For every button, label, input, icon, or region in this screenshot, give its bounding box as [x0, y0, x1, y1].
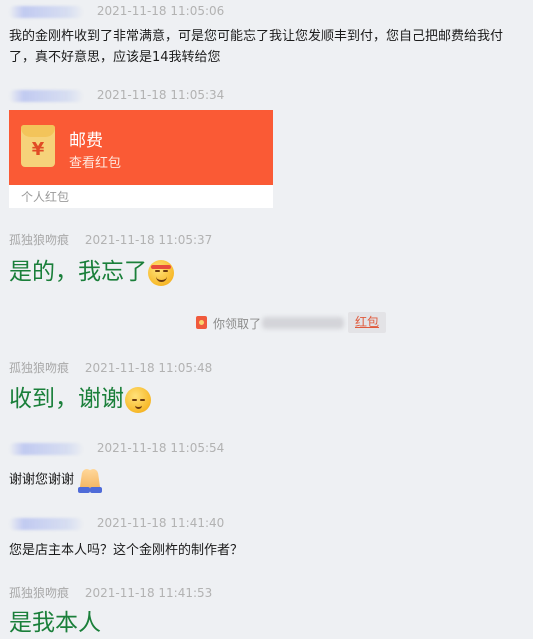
- sender-name-blurred: [9, 89, 83, 102]
- sender-name-blurred: [9, 442, 83, 455]
- chat-history: 2021-11-18 11:05:06 我的金刚杵收到了非常满意，可是您可能忘了…: [0, 0, 533, 639]
- eye: [140, 398, 145, 401]
- relieved-face-emoji-icon: [125, 386, 151, 413]
- message-header: 孤独狼吻痕 2021-11-18 11:41:53: [9, 584, 212, 600]
- message-text-content: 是的，我忘了: [9, 259, 147, 285]
- headband: [151, 264, 171, 269]
- message-text[interactable]: 您是店主本人吗？这个金刚杵的制作者？: [9, 540, 521, 561]
- eye: [155, 269, 160, 272]
- notice-text: 你领取了: [213, 317, 262, 331]
- message-text[interactable]: 收到，谢谢: [9, 384, 151, 414]
- message-text-content: 收到，谢谢: [9, 386, 124, 412]
- sleeve: [78, 487, 91, 493]
- message-text[interactable]: 是的，我忘了: [9, 257, 174, 287]
- message-time: 2021-11-18 11:05:54: [96, 441, 225, 455]
- eye: [163, 269, 168, 272]
- message-text[interactable]: 是我本人: [9, 608, 101, 638]
- red-packet-card[interactable]: ¥ 邮费 查看红包 个人红包: [9, 110, 273, 208]
- notice-name-blurred: [262, 317, 344, 329]
- red-envelope-icon: ¥: [21, 125, 55, 167]
- envelope-flap: [21, 125, 55, 137]
- message-header: 2021-11-18 11:05:34: [9, 88, 224, 104]
- red-packet-title: 邮费: [69, 131, 103, 151]
- message-time: 2021-11-18 11:41:40: [96, 516, 225, 530]
- message-time: 2021-11-18 11:05:37: [84, 233, 213, 247]
- eye: [132, 398, 137, 401]
- message-text[interactable]: 我的金刚杵收到了非常满意，可是您可能忘了我让您发顺丰到付，您自己把邮费给我付了，…: [9, 26, 521, 68]
- message-time: 2021-11-18 11:41:53: [84, 586, 213, 600]
- sender-name: 孤独狼吻痕: [9, 233, 70, 247]
- embarrassed-face-emoji-icon: [148, 259, 174, 286]
- red-packet-subtitle: 查看红包: [69, 156, 122, 171]
- red-packet-link[interactable]: 红包: [348, 312, 387, 333]
- message-time: 2021-11-18 11:05:48: [84, 361, 213, 375]
- message-text[interactable]: 谢谢您谢谢: [9, 467, 521, 493]
- mouth: [156, 276, 167, 282]
- red-packet-type: 个人红包: [21, 190, 70, 204]
- message-header: 2021-11-18 11:05:54: [9, 441, 224, 457]
- mouth: [135, 403, 142, 409]
- sender-name-blurred: [9, 5, 83, 18]
- red-envelope-small-icon: [196, 316, 207, 329]
- sender-name-blurred: [9, 517, 83, 530]
- sender-name: 孤独狼吻痕: [9, 586, 70, 600]
- message-header: 孤独狼吻痕 2021-11-18 11:05:48: [9, 359, 212, 375]
- message-time: 2021-11-18 11:05:34: [96, 88, 225, 102]
- sender-name: 孤独狼吻痕: [9, 361, 70, 375]
- sleeve: [90, 487, 103, 493]
- message-time: 2021-11-18 11:05:06: [96, 4, 225, 18]
- folded-hands-emoji-icon: [78, 467, 103, 493]
- red-packet-header: ¥ 邮费 查看红包: [9, 110, 273, 185]
- yen-symbol: ¥: [31, 139, 45, 160]
- message-text-content: 谢谢您谢谢: [9, 472, 75, 488]
- message-header: 2021-11-18 11:05:06: [9, 4, 224, 20]
- message-header: 孤独狼吻痕 2021-11-18 11:05:37: [9, 231, 212, 247]
- message-header: 2021-11-18 11:41:40: [9, 516, 224, 532]
